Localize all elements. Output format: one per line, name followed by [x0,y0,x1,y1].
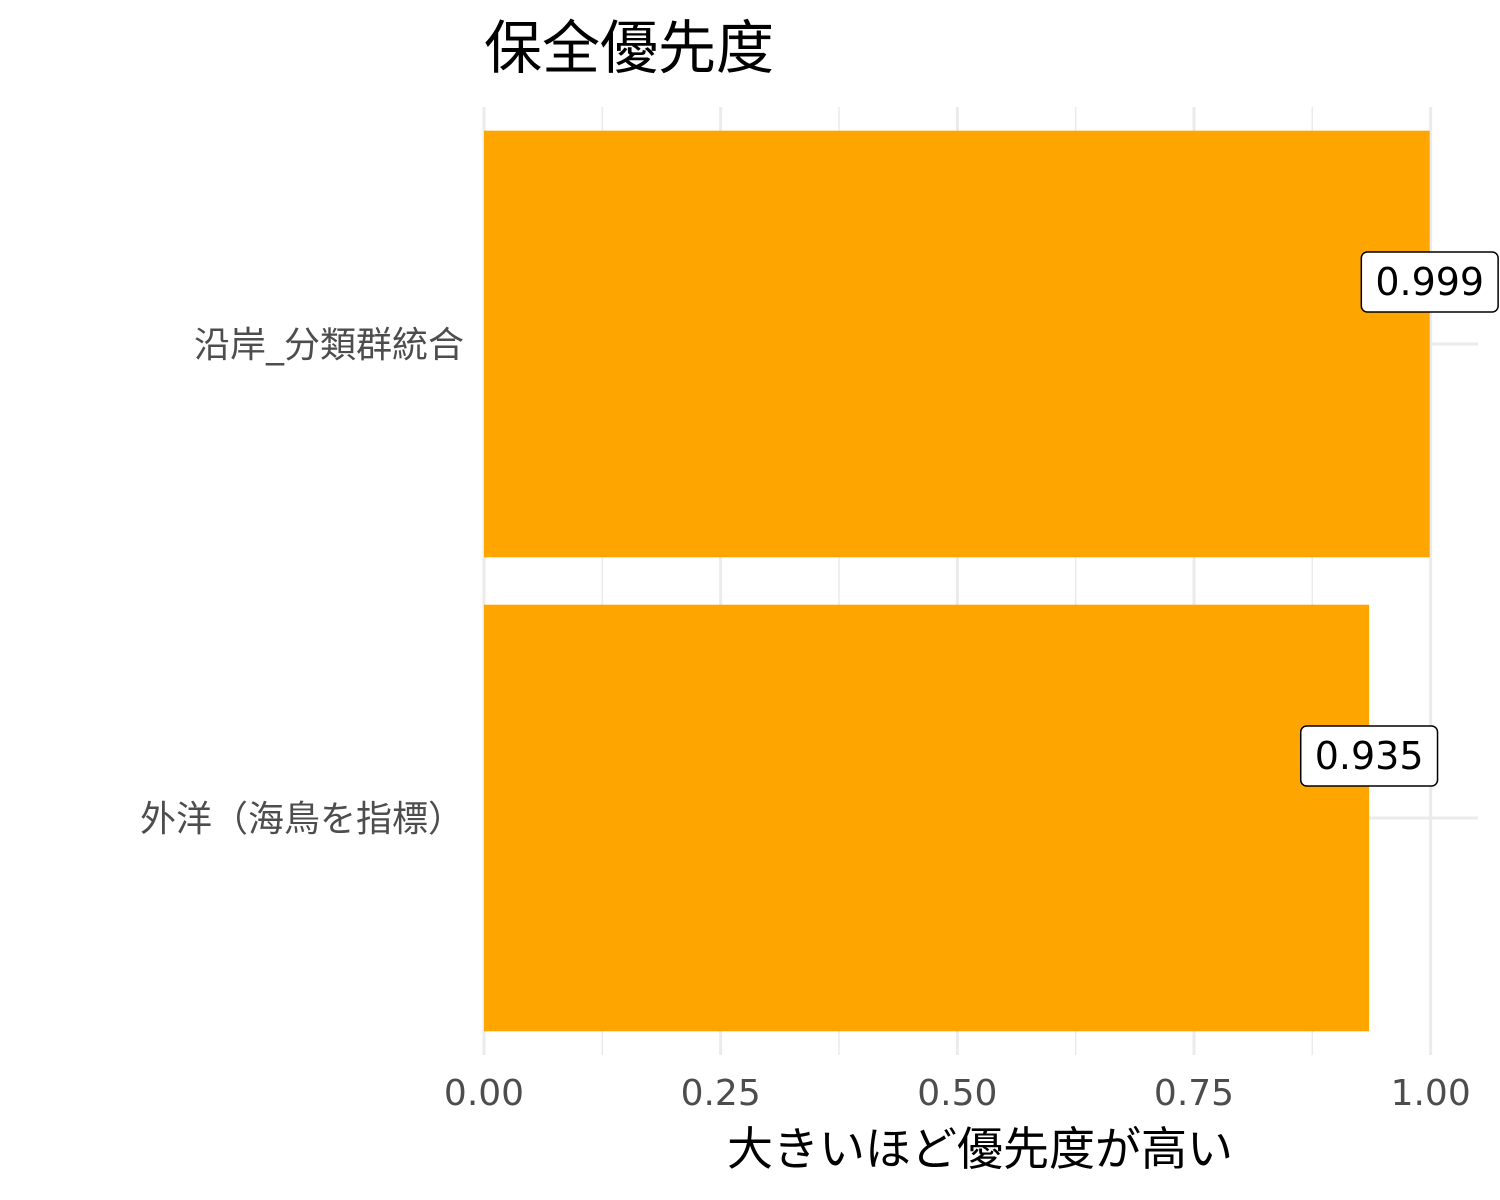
data-label: 0.935 [1299,725,1439,787]
bar [484,130,1430,558]
data-label-text: 0.999 [1375,260,1484,304]
chart: 0.999 0.935 0.00 0.25 0.50 0.75 1.00 沿岸_分類群統合外… [0,0,1500,1200]
x-tick-label: 0.25 [681,1073,761,1114]
data-label-text: 0.935 [1315,734,1424,778]
x-tick-label: 0.50 [917,1073,997,1114]
x-tick-label: 1.00 [1391,1073,1471,1114]
chart-title: 保全優先度 [484,14,774,82]
bar [484,604,1370,1032]
y-category-label: 外洋（海鳥を指標） [140,799,464,840]
y-category-label: 沿岸_分類群統合 [194,325,464,366]
x-axis-title: 大きいほど優先度が高い [727,1122,1233,1176]
bar-chart-svg: 0.999 0.935 0.00 0.25 0.50 0.75 1.00 沿岸_分類群統合外… [140,14,1499,1176]
x-tick-label: 0.00 [444,1073,524,1114]
x-tick-label: 0.75 [1154,1073,1234,1114]
data-label: 0.999 [1360,251,1499,313]
